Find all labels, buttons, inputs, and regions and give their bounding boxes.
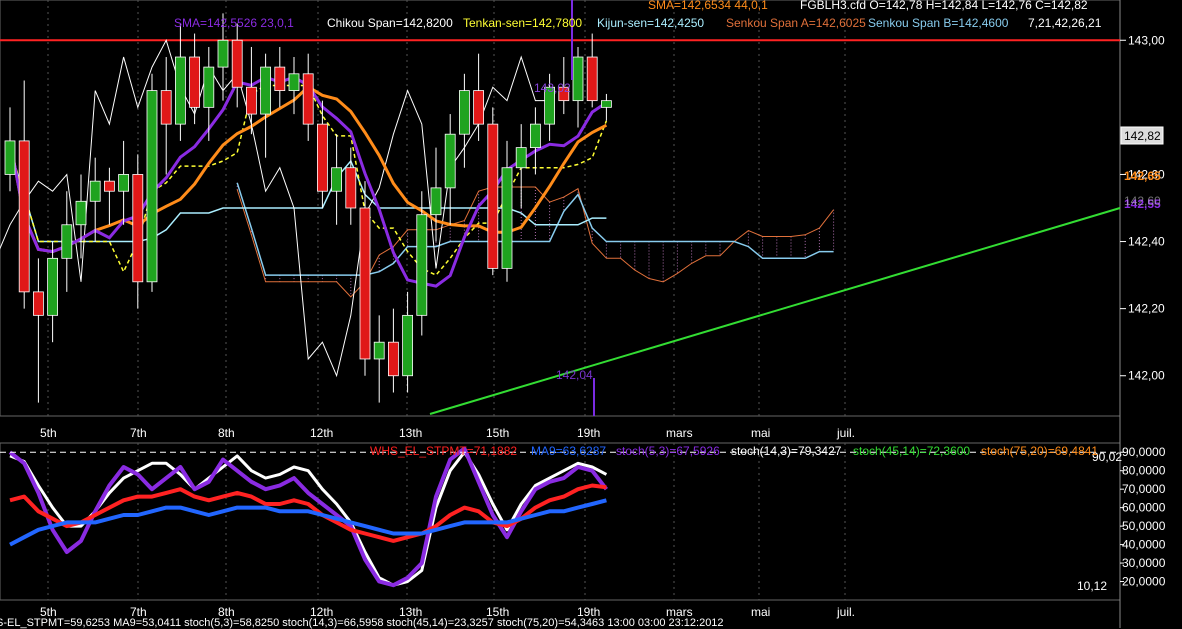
- high-annotation: 143,02: [534, 81, 571, 95]
- bull-candle: [203, 66, 215, 108]
- bear-candle: [345, 167, 357, 209]
- bear-candle: [231, 39, 243, 88]
- x-tick-label: 19th: [577, 426, 600, 440]
- bear-candle: [104, 180, 115, 192]
- bull-candle: [402, 314, 414, 377]
- bull-candle: [118, 174, 129, 192]
- bull-candle: [373, 341, 385, 360]
- osc-y-tick-label: 70,0000: [1122, 482, 1166, 496]
- x-tick-label: 5th: [40, 426, 57, 440]
- bear-candle: [160, 90, 172, 125]
- x-tick-label: 15th: [486, 426, 509, 440]
- bull-candle: [458, 90, 470, 135]
- bear-candle: [487, 123, 499, 269]
- bull-candle: [501, 167, 513, 269]
- bull-candle: [146, 90, 158, 283]
- bear-candle: [189, 56, 201, 108]
- bull-candle: [530, 123, 541, 149]
- y-tick-label: 142,20: [1128, 302, 1165, 316]
- osc-bottom-value: 10,12: [1077, 579, 1107, 593]
- bear-candle: [245, 86, 257, 115]
- stoch7520-legend: stoch(75,20)=69,4841: [981, 444, 1099, 458]
- chikou-legend: Chikou Span=142,8200: [327, 16, 453, 30]
- bear-candle: [359, 207, 371, 360]
- osc-y-tick-label: 20,0000: [1122, 575, 1166, 589]
- whs-legend: WHS_EL_STPMT=71,1882: [370, 444, 518, 458]
- footer-status: S-EL_STPMT=59,6253 MA9=53,0411 stoch(5,3…: [0, 617, 724, 629]
- bull-candle: [430, 187, 442, 216]
- osc-y-tick-label: 50,0000: [1122, 519, 1166, 533]
- stoch4514-legend: stoch(45,14)=72,3600: [853, 444, 971, 458]
- bear-candle: [33, 291, 44, 316]
- y-tick-label: 143,00: [1128, 33, 1165, 47]
- tenkan-legend: Tenkan-sen=142,7800: [463, 16, 583, 30]
- low-annotation: 142,04: [556, 368, 593, 382]
- bear-candle: [586, 56, 598, 102]
- y-tick-label: 142,00: [1128, 369, 1165, 383]
- bear-candle: [132, 174, 144, 283]
- bull-candle: [75, 200, 87, 226]
- bear-candle: [18, 140, 30, 293]
- x-tick-label: 13th: [399, 426, 422, 440]
- x-tick-label: mai: [751, 426, 770, 440]
- stoch143-legend: stoch(14,3)=79,3427: [731, 444, 842, 458]
- osc-y-tick-label: 60,0000: [1122, 501, 1166, 515]
- quote-legend: FGBLH3.cfd O=142,78 H=142,84 L=142,76 C=…: [800, 0, 1088, 12]
- y-tick-label: 142,40: [1128, 235, 1165, 249]
- chart-canvas: 142,00 142,20 142,40 142,60 143,00 5th 7th 8th…: [0, 0, 1166, 628]
- bull-candle: [416, 214, 428, 316]
- bear-candle: [316, 123, 328, 192]
- kijun-legend: Kijun-sen=142,4250: [597, 16, 705, 30]
- senkou-a-legend: Senkou Span A=142,6025: [726, 16, 866, 30]
- last-price-value: 142,82: [1124, 129, 1161, 143]
- mid-tag: 142,60: [1124, 194, 1161, 208]
- x-tick-label: mars: [666, 426, 693, 440]
- bear-candle: [274, 66, 286, 91]
- x-tick-label: 8th: [218, 426, 235, 440]
- bull-candle: [260, 66, 272, 115]
- bear-candle: [302, 73, 314, 125]
- params-legend: 7,21,42,26,21: [1028, 16, 1102, 30]
- x-tick-label: 12th: [310, 426, 333, 440]
- bull-candle: [61, 224, 73, 259]
- bull-candle: [89, 180, 101, 202]
- sma2-legend: SMA=142,5526 23,0,1: [174, 16, 294, 30]
- ma9-legend: MA9=63,6287: [531, 444, 607, 458]
- bull-candle: [4, 140, 16, 175]
- sma1-legend: SMA=142,6534 44,0,1: [648, 0, 768, 12]
- bull-candle: [572, 56, 584, 102]
- x-tick-label: 7th: [130, 426, 147, 440]
- x-tick-label: juil.: [836, 426, 855, 440]
- bull-candle: [47, 257, 58, 316]
- osc-y-tick-label: 90,0000: [1122, 445, 1166, 459]
- bear-candle: [387, 341, 399, 377]
- x-tick-label: mai: [751, 605, 770, 619]
- osc-y-tick-label: 30,0000: [1122, 556, 1166, 570]
- osc-y-tick-label: 80,0000: [1122, 464, 1166, 478]
- bull-candle: [444, 133, 456, 189]
- bear-candle: [473, 90, 485, 125]
- bull-candle: [331, 167, 343, 192]
- price-time-axis: 5th 7th 8th 12th 13th 15th 19th mars mai juil.: [40, 426, 855, 440]
- stoch53-legend: stoch(5,3)=67,5926: [616, 444, 720, 458]
- bull-candle: [217, 39, 229, 68]
- bull-candle: [288, 73, 300, 91]
- orange-sma-tag: 142,65: [1124, 169, 1161, 183]
- senkou-b-legend: Senkou Span B=142,4600: [868, 16, 1009, 30]
- bull-candle: [601, 100, 612, 108]
- bull-candle: [515, 147, 527, 169]
- x-tick-label: juil.: [836, 605, 855, 619]
- osc-y-tick-label: 40,0000: [1122, 538, 1166, 552]
- bull-candle: [174, 56, 186, 125]
- price-panel: [0, 0, 1121, 417]
